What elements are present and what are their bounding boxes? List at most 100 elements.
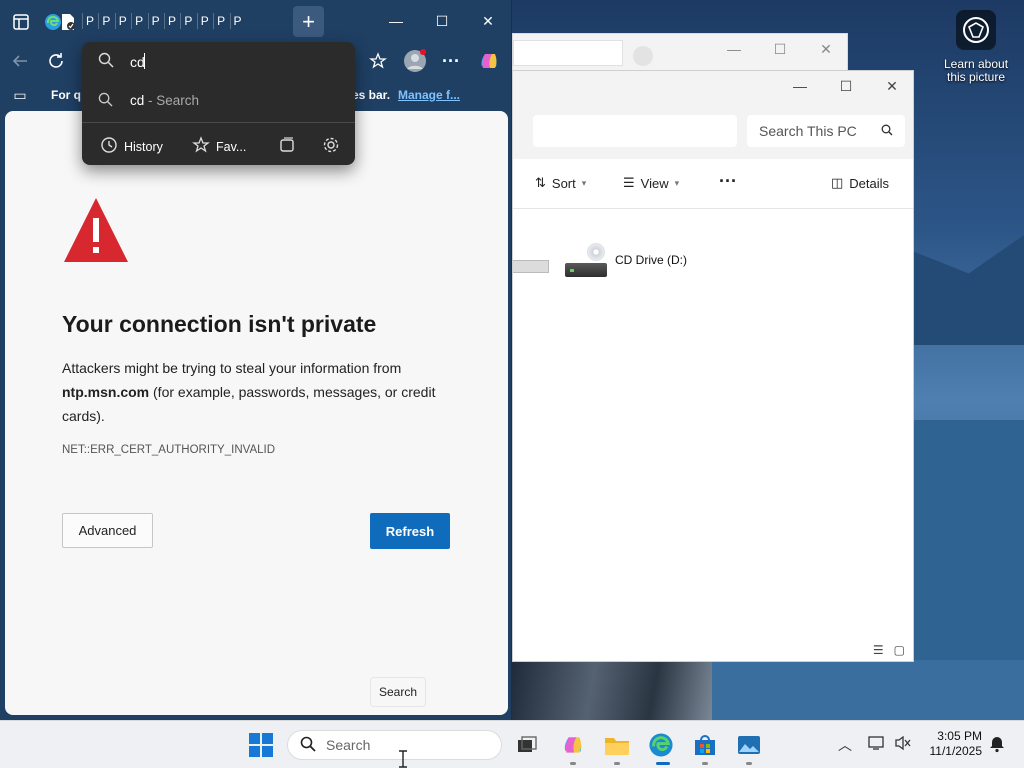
view-button[interactable]: ☰ View ▾ xyxy=(623,175,679,191)
maximize-icon[interactable]: ☐ xyxy=(419,0,465,42)
suggestion-item[interactable]: cd - Search xyxy=(82,82,355,118)
edge-app-icon[interactable] xyxy=(648,732,674,758)
error-domain: ntp.msn.com xyxy=(62,384,150,400)
page-file-icon xyxy=(60,13,78,31)
chevron-down-icon: ▾ xyxy=(674,177,680,188)
favorites-button[interactable]: Fav... xyxy=(192,136,246,157)
browser-tab[interactable]: P xyxy=(131,13,147,29)
explorer-command-bar: ⇅ Sort ▾ ☰ View ▾ ··· ◫ Details xyxy=(513,159,913,209)
favorites-star-icon[interactable] xyxy=(368,51,388,71)
copilot-app-icon[interactable] xyxy=(560,732,586,758)
suggestion-query: cd xyxy=(130,93,145,108)
view-mode-toggles: ☰ ▢ xyxy=(873,643,905,657)
close-icon[interactable]: ✕ xyxy=(869,71,915,101)
profile-avatar-icon[interactable] xyxy=(403,49,427,73)
more-menu-icon[interactable]: ··· xyxy=(441,51,461,71)
details-button[interactable]: ◫ Details xyxy=(831,175,889,191)
chevron-up-icon[interactable]: ︿ xyxy=(838,735,852,755)
explorer-titlebar: — ☐ ✕ xyxy=(513,71,913,111)
sort-icon: ⇅ xyxy=(535,175,546,190)
error-title: Your connection isn't private xyxy=(62,311,377,337)
address-suggestions-dropdown: cd cd - Search History Fav... xyxy=(82,42,355,165)
favorites-bar-suffix: es bar. xyxy=(352,88,391,102)
explorer-navigation-row: Search This PC xyxy=(513,111,913,159)
running-indicator xyxy=(614,762,620,765)
more-options-button[interactable]: ··· xyxy=(719,171,737,192)
tab-actions-icon[interactable] xyxy=(12,13,30,31)
task-view-icon[interactable] xyxy=(514,732,540,758)
sort-button[interactable]: ⇅ Sort ▾ xyxy=(535,175,586,191)
browser-tab[interactable]: P xyxy=(213,13,229,29)
error-description: Attackers might be trying to steal your … xyxy=(62,356,452,428)
page-search-button[interactable]: Search xyxy=(370,677,426,707)
history-icon xyxy=(100,136,118,157)
background-window[interactable]: — ☐ ✕ xyxy=(512,33,848,71)
details-view-icon[interactable]: ☰ xyxy=(873,643,884,657)
browser-tab[interactable]: P xyxy=(82,13,98,29)
history-button[interactable]: History xyxy=(100,136,163,157)
cd-drive-item[interactable]: CD Drive (D:) xyxy=(565,243,687,277)
error-desc-start: Attackers might be trying to steal your … xyxy=(62,360,402,376)
network-icon[interactable] xyxy=(868,735,886,754)
maximize-icon[interactable]: ☐ xyxy=(757,34,803,64)
edge-browser-window[interactable]: PPPPPPPPPP + — ☐ ✕ ··· ▭ For q es bar. M… xyxy=(0,0,512,720)
active-indicator xyxy=(656,762,670,765)
system-clock[interactable]: 3:05 PM 11/1/2025 xyxy=(918,729,983,759)
browser-tab[interactable]: P xyxy=(229,13,246,29)
file-explorer-window[interactable]: — ☐ ✕ Search This PC ⇅ Sort ▾ ☰ View ▾ ·… xyxy=(512,70,914,662)
star-icon xyxy=(192,136,210,157)
dropdown-divider xyxy=(82,122,355,123)
background-window-controls: — ☐ ✕ xyxy=(711,34,849,64)
explorer-search-placeholder: Search This PC xyxy=(759,123,857,139)
minimize-icon[interactable]: — xyxy=(711,34,757,64)
notification-bell-icon[interactable] xyxy=(988,735,1006,756)
view-label: View xyxy=(640,175,669,191)
error-code: NET::ERR_CERT_AUTHORITY_INVALID xyxy=(62,444,276,456)
browser-tab[interactable]: P xyxy=(163,13,180,29)
tiles-view-icon[interactable]: ▢ xyxy=(894,643,905,657)
store-app-icon[interactable] xyxy=(692,732,718,758)
collections-icon xyxy=(278,136,296,157)
file-explorer-app-icon[interactable] xyxy=(604,732,630,758)
search-icon xyxy=(98,92,113,112)
photos-app-icon[interactable] xyxy=(736,732,762,758)
advanced-button[interactable]: Advanced xyxy=(62,513,153,548)
refresh-button[interactable]: Refresh xyxy=(370,513,450,549)
manage-favorites-link[interactable]: Manage f... xyxy=(398,88,460,102)
tab-list: PPPPPPPPPP xyxy=(82,13,246,29)
collections-button[interactable] xyxy=(278,136,296,157)
browser-tab[interactable]: P xyxy=(180,13,196,29)
new-tab-button[interactable]: + xyxy=(293,6,324,37)
back-arrow-icon[interactable] xyxy=(10,51,30,71)
explorer-search-box[interactable]: Search This PC xyxy=(747,115,905,147)
tab-strip: PPPPPPPPPP + — ☐ ✕ xyxy=(0,0,512,42)
search-icon xyxy=(881,123,893,139)
suggestion-text: cd - Search xyxy=(130,93,199,108)
background-window-address xyxy=(513,40,623,66)
cd-drive-label: CD Drive (D:) xyxy=(615,253,687,267)
browser-tab[interactable]: P xyxy=(147,13,164,29)
maximize-icon[interactable]: ☐ xyxy=(823,71,869,101)
address-bar[interactable] xyxy=(533,115,737,147)
browser-tab[interactable]: P xyxy=(98,13,114,29)
windows-start-icon[interactable] xyxy=(248,732,274,758)
running-indicator xyxy=(702,762,708,765)
clock-time: 3:05 PM xyxy=(937,729,982,743)
copilot-icon[interactable] xyxy=(477,49,501,73)
refresh-icon[interactable] xyxy=(46,51,66,71)
favorites-label: Fav... xyxy=(216,139,247,154)
settings-button[interactable] xyxy=(322,136,340,157)
desktop-wallpaper-sea xyxy=(712,660,1024,720)
favorites-bar-icon: ▭ xyxy=(13,86,27,103)
browser-tab[interactable]: P xyxy=(196,13,213,29)
browser-tab[interactable]: P xyxy=(114,13,131,29)
address-input[interactable]: cd xyxy=(82,42,355,80)
close-icon[interactable]: ✕ xyxy=(465,0,511,42)
minimize-icon[interactable]: — xyxy=(777,71,823,101)
minimize-icon[interactable]: — xyxy=(373,0,419,42)
taskbar: Search ︿ 3:05 PM 11/1/2025 xyxy=(0,720,1024,768)
volume-muted-icon[interactable] xyxy=(894,735,912,754)
taskbar-search-box[interactable]: Search xyxy=(287,730,502,760)
learn-about-picture-shortcut[interactable]: Learn about this picture xyxy=(938,10,1014,84)
close-icon[interactable]: ✕ xyxy=(803,34,849,64)
